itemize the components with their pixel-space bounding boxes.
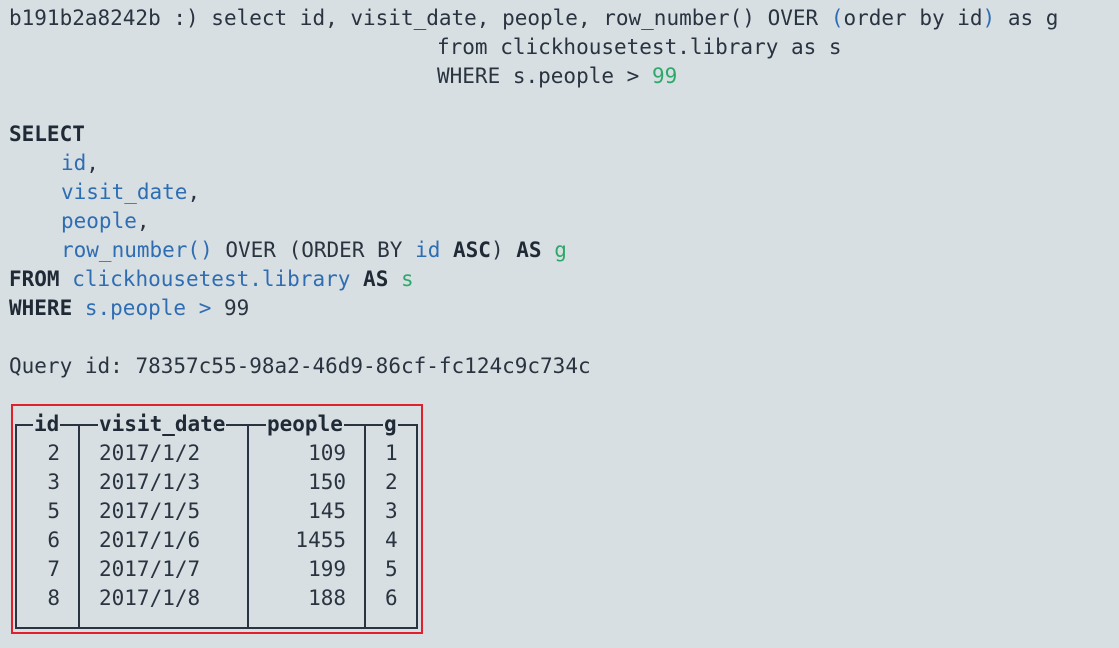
table-cell-id: 2: [47, 441, 60, 465]
column-separator: [247, 424, 249, 629]
table-cell-people: 1455: [295, 528, 346, 552]
column-separator: [364, 424, 366, 629]
table-cell-people: 188: [308, 586, 346, 610]
column-header-id: id: [33, 410, 61, 439]
table-cell-g: 2: [385, 470, 398, 494]
query-input-line-1: b191b2a8242b :) select id, visit_date, p…: [9, 4, 1058, 33]
column-header-g: g: [383, 410, 398, 439]
table-cell-id: 8: [47, 586, 60, 610]
table-cell-g: 1: [385, 441, 398, 465]
table-cell-visit-date: 2017/1/6: [99, 528, 201, 552]
table-cell-people: 150: [308, 470, 346, 494]
table-cell-visit-date: 2017/1/8: [99, 586, 201, 610]
table-cell-g: 3: [385, 499, 398, 523]
formatted-col-visit-date: visit_date,: [61, 180, 201, 204]
table-cell-visit-date: 2017/1/3: [99, 470, 201, 494]
table-cell-g: 4: [385, 528, 398, 552]
formatted-col-id: id,: [61, 151, 99, 175]
table-cell-id: 5: [47, 499, 60, 523]
column-header-people: people: [266, 410, 344, 439]
formatted-where-clause: WHERE s.people > 99: [9, 296, 250, 320]
table-cell-people: 199: [308, 557, 346, 581]
formatted-col-people: people,: [61, 209, 150, 233]
shell-prompt: b191b2a8242b :): [9, 6, 212, 30]
query-input-line-2: from clickhousetest.library as s: [437, 35, 842, 59]
table-cell-visit-date: 2017/1/7: [99, 557, 201, 581]
table-cell-people: 109: [308, 441, 346, 465]
table-cell-id: 3: [47, 470, 60, 494]
column-separator: [78, 424, 80, 629]
table-cell-g: 6: [385, 586, 398, 610]
column-header-visit-date: visit_date: [98, 410, 227, 439]
query-id-value: 78357c55-98a2-46d9-86cf-fc124c9c734c: [135, 354, 591, 378]
formatted-from-clause: FROM clickhousetest.library AS s: [9, 267, 414, 291]
result-table: [15, 424, 418, 629]
table-cell-id: 6: [47, 528, 60, 552]
formatted-row-number: row_number() OVER (ORDER BY id ASC) AS g: [61, 238, 567, 262]
table-cell-g: 5: [385, 557, 398, 581]
query-id-label: Query id:: [9, 354, 123, 378]
table-cell-people: 145: [308, 499, 346, 523]
table-cell-id: 7: [47, 557, 60, 581]
query-id-line: Query id: 78357c55-98a2-46d9-86cf-fc124c…: [9, 352, 591, 381]
table-cell-visit-date: 2017/1/2: [99, 441, 201, 465]
table-cell-visit-date: 2017/1/5: [99, 499, 201, 523]
query-input-text: select id, visit_date, people, row_numbe…: [211, 6, 1059, 30]
query-input-line-3: WHERE s.people > 99: [437, 64, 678, 88]
formatted-select-keyword: SELECT: [9, 122, 85, 146]
